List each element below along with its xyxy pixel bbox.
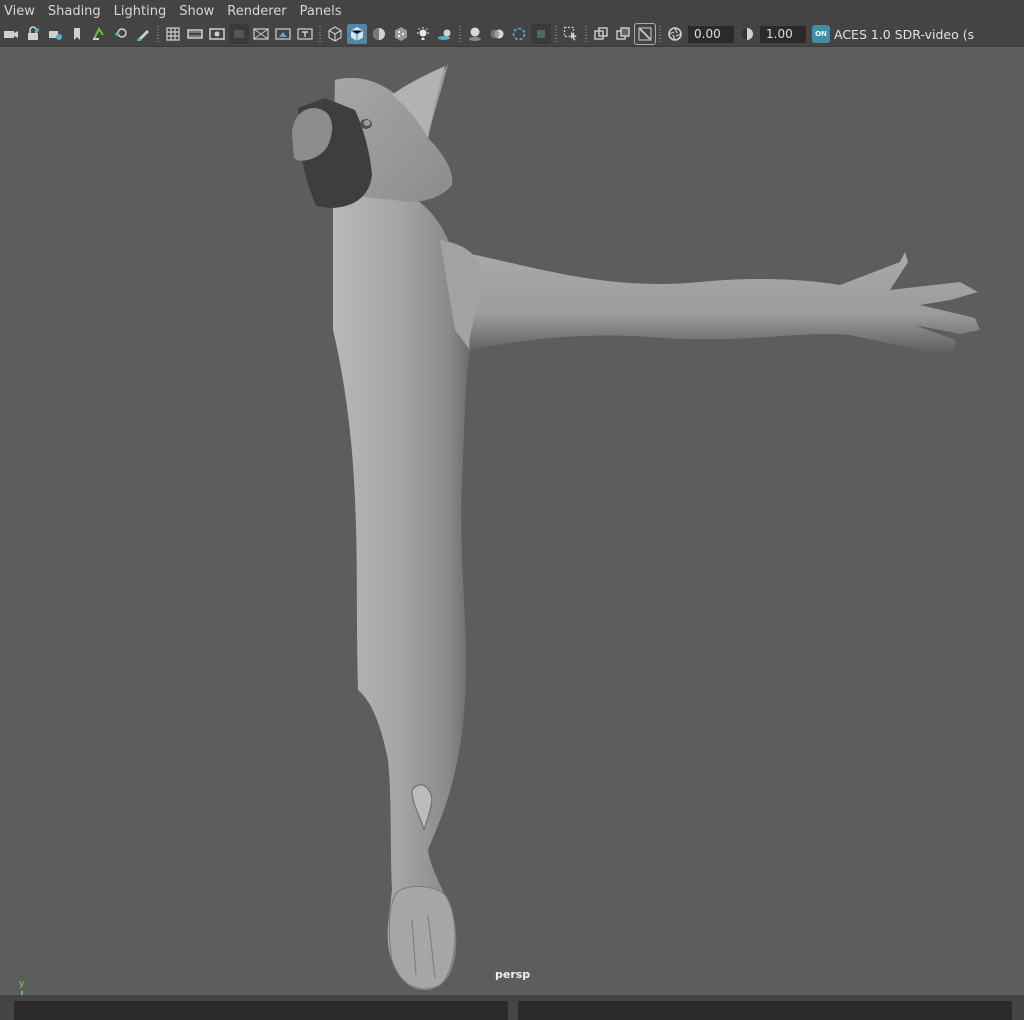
gamma-field[interactable]: 1.00 (760, 25, 806, 43)
safe-title-icon[interactable] (295, 24, 315, 44)
axis-gizmo: y x (12, 977, 52, 995)
menu-renderer[interactable]: Renderer (223, 4, 295, 19)
xray-icon[interactable] (591, 24, 611, 44)
cat-model (292, 64, 980, 990)
bottom-bar (0, 995, 1024, 1020)
screen-space-ao-icon[interactable] (465, 24, 485, 44)
camera-attributes-icon[interactable] (45, 24, 65, 44)
lock-camera-icon[interactable] (23, 24, 43, 44)
multisample-aa-icon[interactable] (509, 24, 529, 44)
arm (450, 250, 980, 356)
panel-toolbar: 0.00 1.00 ON ACES 1.0 SDR-video (s (0, 22, 1024, 47)
toolbar-separator (585, 26, 587, 42)
wireframe-icon[interactable] (325, 24, 345, 44)
exposure-icon[interactable] (665, 24, 685, 44)
safe-action-icon[interactable] (273, 24, 293, 44)
2d-pan-zoom-icon[interactable] (111, 24, 131, 44)
viewport-menu-bar: View Shading Lighting Show Renderer Pane… (0, 0, 1024, 22)
menu-shading[interactable]: Shading (44, 4, 110, 19)
smooth-shade-icon[interactable] (347, 24, 367, 44)
3d-viewport[interactable]: y x (0, 47, 1024, 995)
exposure-field[interactable]: 0.00 (688, 25, 734, 43)
default-material-icon[interactable] (369, 24, 389, 44)
depth-of-field-icon[interactable] (531, 24, 551, 44)
toolbar-separator (459, 26, 461, 42)
toolbar-separator (157, 26, 159, 42)
foot (388, 885, 456, 990)
camera-name-label: persp (495, 968, 531, 981)
torso (333, 190, 470, 990)
textured-icon[interactable] (391, 24, 411, 44)
film-gate-icon[interactable] (185, 24, 205, 44)
command-line-panel[interactable] (14, 1001, 508, 1020)
script-result-panel[interactable] (518, 1001, 1012, 1020)
use-all-lights-icon[interactable] (413, 24, 433, 44)
toolbar-separator (659, 26, 661, 42)
toolbar-separator (319, 26, 321, 42)
bookmark-icon[interactable] (67, 24, 87, 44)
grease-pencil-icon[interactable] (133, 24, 153, 44)
motion-blur-icon[interactable] (487, 24, 507, 44)
view-transform-dropdown[interactable]: ACES 1.0 SDR-video (s (834, 27, 974, 42)
grid-icon[interactable] (163, 24, 183, 44)
shadows-icon[interactable] (435, 24, 455, 44)
camera-icon[interactable] (1, 24, 21, 44)
color-management-toggle[interactable]: ON (812, 25, 830, 43)
menu-view[interactable]: View (0, 4, 44, 19)
menu-panels[interactable]: Panels (296, 4, 351, 19)
xray-joints-icon[interactable] (613, 24, 633, 44)
menu-show[interactable]: Show (175, 4, 223, 19)
image-plane-icon[interactable] (89, 24, 109, 44)
field-chart-icon[interactable] (251, 24, 271, 44)
resolution-gate-icon[interactable] (207, 24, 227, 44)
axis-y-label: y (19, 979, 25, 989)
menu-lighting[interactable]: Lighting (110, 4, 176, 19)
xray-components-icon[interactable] (634, 23, 656, 45)
toolbar-separator (555, 26, 557, 42)
gamma-icon[interactable] (737, 24, 757, 44)
isolate-select-icon[interactable] (561, 24, 581, 44)
gate-mask-icon[interactable] (229, 24, 249, 44)
